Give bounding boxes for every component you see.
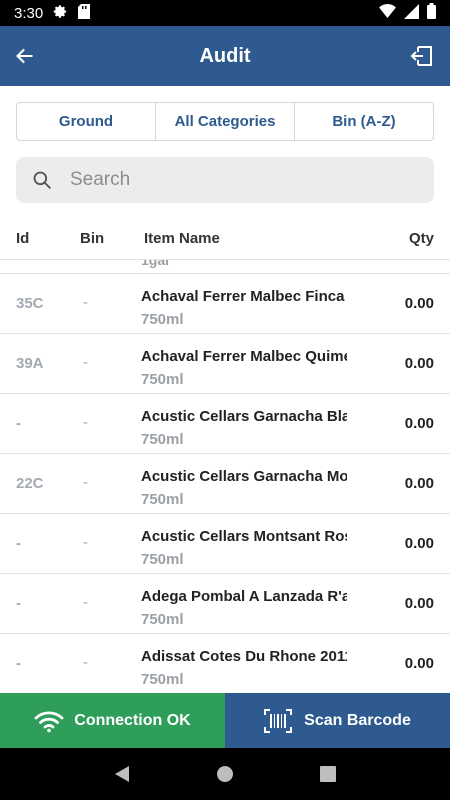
item-list[interactable]: 1gal 35C - Achaval Ferrer Malbec Finca B 75… [0, 259, 450, 693]
square-recents-icon [320, 766, 337, 782]
nav-recents-button[interactable] [308, 754, 348, 794]
item-id: 39A [16, 355, 44, 372]
wifi-icon [34, 710, 64, 732]
status-bar: 3:30 [0, 0, 450, 26]
item-bin: - [83, 474, 88, 491]
wifi-icon [379, 4, 396, 22]
item-name: Acustic Cellars Garnacha Mor [141, 468, 347, 485]
item-size: 750ml [141, 431, 184, 448]
scan-label: Scan Barcode [304, 711, 411, 729]
item-id: - [16, 535, 21, 552]
bottom-action-bar: Connection OK Scan Barcode [0, 693, 450, 748]
exit-icon [410, 46, 432, 66]
item-bin: - [83, 354, 88, 371]
item-qty: 0.00 [404, 475, 434, 492]
column-header-bin[interactable]: Bin [80, 230, 104, 247]
sd-card-icon [78, 3, 91, 23]
filter-segments: Ground All Categories Bin (A-Z) [16, 102, 434, 141]
item-bin: - [83, 534, 88, 551]
item-id: - [16, 415, 21, 432]
search-input[interactable] [70, 169, 390, 191]
circle-home-icon [216, 766, 233, 782]
segment-bin-sort[interactable]: Bin (A-Z) [295, 103, 433, 140]
item-qty: 0.00 [404, 655, 434, 672]
item-bin: - [83, 414, 88, 431]
system-nav-bar [0, 748, 450, 800]
item-size: 750ml [141, 311, 184, 328]
item-bin: - [83, 594, 88, 611]
signal-icon [404, 3, 419, 23]
connection-label: Connection OK [74, 711, 191, 729]
item-qty: 0.00 [404, 295, 434, 312]
item-name: Achaval Ferrer Malbec Quime [141, 348, 347, 365]
triangle-back-icon [114, 766, 129, 782]
gear-icon [53, 4, 68, 23]
item-name: Achaval Ferrer Malbec Finca B [141, 288, 347, 305]
nav-home-button[interactable] [205, 754, 245, 794]
list-item[interactable]: - - Adissat Cotes Du Rhone 2011 750ml 0.00 [0, 634, 450, 693]
item-name: Acustic Cellars Garnacha Blar [141, 408, 347, 425]
column-header-item-name[interactable]: Item Name [144, 230, 220, 247]
item-name: Acustic Cellars Montsant Ros [141, 528, 347, 545]
page-title: Audit [199, 44, 251, 67]
item-bin: - [83, 294, 88, 311]
item-qty: 0.00 [404, 595, 434, 612]
item-size: 750ml [141, 551, 184, 568]
battery-icon [427, 3, 436, 23]
list-item[interactable]: - - Acustic Cellars Montsant Ros 750ml 0.00 [0, 514, 450, 574]
search-bar [16, 157, 434, 203]
list-item[interactable]: 39A - Achaval Ferrer Malbec Quime 750ml 0.00 [0, 334, 450, 394]
app-bar: Audit [0, 26, 450, 86]
item-id: - [16, 595, 21, 612]
item-bin: - [83, 654, 88, 671]
nav-back-button[interactable] [102, 754, 142, 794]
item-size: 1gal [141, 260, 170, 268]
list-item[interactable]: - - Acustic Cellars Garnacha Blar 750ml 0.00 [0, 394, 450, 454]
item-id: 22C [16, 475, 44, 492]
segment-ground[interactable]: Ground [17, 103, 156, 140]
item-size: 750ml [141, 491, 184, 508]
item-id: 35C [16, 295, 44, 312]
item-qty: 0.00 [404, 415, 434, 432]
column-header-id[interactable]: Id [16, 230, 29, 247]
list-item[interactable]: 22C - Acustic Cellars Garnacha Mor 750ml 0.0… [0, 454, 450, 514]
table-header: Id Bin Item Name Qty [0, 220, 450, 256]
exit-button[interactable] [394, 26, 450, 86]
item-id: - [16, 655, 21, 672]
segment-all-categories[interactable]: All Categories [156, 103, 295, 140]
item-qty: 0.00 [404, 355, 434, 372]
list-item-partial[interactable]: 1gal [0, 260, 450, 274]
list-item[interactable]: 35C - Achaval Ferrer Malbec Finca B 750ml 0.… [0, 274, 450, 334]
item-size: 750ml [141, 611, 184, 628]
item-name: Adissat Cotes Du Rhone 2011 [141, 648, 347, 665]
status-time: 3:30 [14, 4, 44, 22]
search-icon [33, 171, 51, 189]
connection-status-button[interactable]: Connection OK [0, 693, 225, 748]
item-size: 750ml [141, 371, 184, 388]
item-name: Adega Pombal A Lanzada R'as [141, 588, 347, 605]
item-size: 750ml [141, 671, 184, 688]
list-item[interactable]: - - Adega Pombal A Lanzada R'as 750ml 0.00 [0, 574, 450, 634]
scan-barcode-button[interactable]: Scan Barcode [225, 693, 450, 748]
item-qty: 0.00 [404, 535, 434, 552]
barcode-icon [264, 708, 293, 733]
column-header-qty[interactable]: Qty [409, 230, 434, 247]
back-button[interactable] [0, 26, 50, 86]
arrow-left-icon [16, 48, 33, 64]
